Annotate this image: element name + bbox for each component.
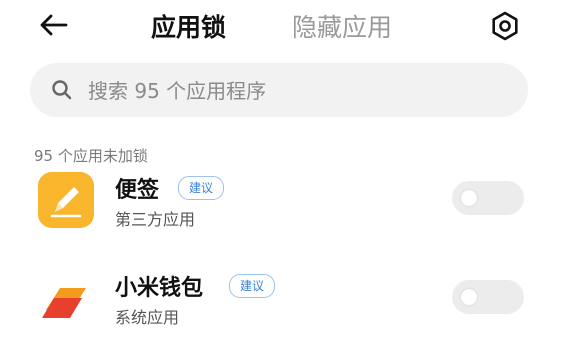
app-list-item[interactable]: 便签 建议 第三方应用 <box>0 172 569 252</box>
toggle-knob <box>461 190 477 206</box>
back-arrow-icon <box>40 14 68 36</box>
top-bar: 应用锁 隐藏应用 <box>0 0 569 52</box>
app-name: 小米钱包 <box>115 276 204 301</box>
back-button[interactable] <box>36 10 76 40</box>
app-name: 便签 <box>115 178 160 203</box>
settings-icon <box>492 11 518 41</box>
search-input[interactable] <box>86 63 510 119</box>
search-icon <box>52 80 72 100</box>
lock-toggle-wallet[interactable] <box>452 280 524 314</box>
tab-hidden-apps[interactable]: 隐藏应用 <box>292 8 392 44</box>
app-type: 第三方应用 <box>115 210 196 229</box>
wallet-app-icon <box>38 270 94 326</box>
toggle-knob <box>461 289 477 305</box>
notes-app-icon <box>38 172 94 228</box>
suggested-badge: 建议 <box>178 176 225 200</box>
app-list-item[interactable]: 小米钱包 建议 系统应用 <box>0 270 569 350</box>
unlocked-apps-count-label: 95 个应用未加锁 <box>34 147 148 165</box>
app-type: 系统应用 <box>115 308 180 327</box>
tab-app-lock[interactable]: 应用锁 <box>151 8 226 44</box>
suggested-badge: 建议 <box>229 274 276 298</box>
lock-toggle-notes[interactable] <box>452 181 524 215</box>
search-bar[interactable] <box>30 63 528 119</box>
settings-button[interactable] <box>488 9 522 43</box>
